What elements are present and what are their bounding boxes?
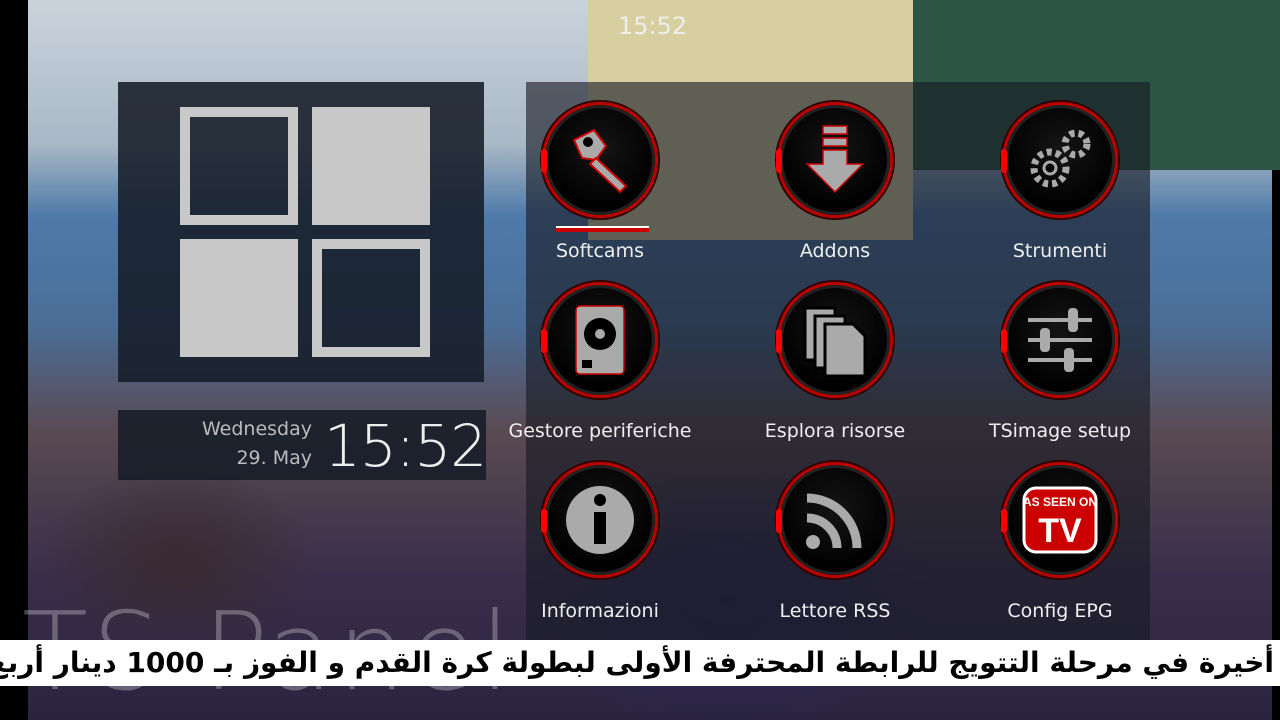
- tile-outline: [312, 239, 430, 357]
- clock-time: 15:52: [324, 412, 487, 480]
- sliders-icon: [1001, 282, 1118, 398]
- menu-item-addons[interactable]: Addons: [725, 82, 945, 262]
- menu-item-label: Gestore periferiche: [508, 420, 692, 442]
- menu-item-tsimage-setup[interactable]: TSimage setup: [950, 262, 1170, 442]
- menu-item-label: TSimage setup: [988, 420, 1132, 442]
- menu-item-label: Softcams: [556, 240, 644, 262]
- top-clock: 15:52: [618, 12, 688, 40]
- menu-item-informazioni[interactable]: Informazioni: [490, 442, 710, 622]
- menu-item-label: Informazioni: [541, 600, 659, 622]
- tile-filled: [312, 107, 430, 225]
- tile-filled: [180, 239, 298, 357]
- menu-item-strumenti[interactable]: Strumenti: [950, 82, 1170, 262]
- info-icon: [541, 462, 658, 578]
- menu-item-config-epg[interactable]: AS SEEN ON TV Config EPG: [950, 442, 1170, 622]
- download-arrow-icon: [776, 102, 893, 218]
- menu-item-label: Strumenti: [1012, 240, 1108, 262]
- weekday: Wednesday: [201, 418, 312, 440]
- menu-item-label: Config EPG: [1007, 600, 1113, 622]
- clock-panel: Wednesday 29. May 15:52: [118, 410, 487, 480]
- menu-item-label: Lettore RSS: [779, 600, 891, 622]
- date: 29. May: [236, 447, 312, 469]
- menu-item-softcams[interactable]: Softcams: [490, 82, 710, 262]
- menu-item-label: Esplora risorse: [764, 420, 906, 442]
- logo-tiles-panel: [118, 82, 484, 382]
- as-seen-on-tv-icon: AS SEEN ON TV: [1001, 462, 1118, 578]
- news-ticker: أخيرة في مرحلة التتويج للرابطة المحترفة …: [0, 640, 1280, 686]
- menu-item-label: Addons: [799, 240, 871, 262]
- key-icon: [541, 102, 658, 218]
- svg-text:AS SEEN ON: AS SEEN ON: [1023, 495, 1097, 509]
- tile-outline: [180, 107, 298, 225]
- selection-indicator: [556, 226, 649, 232]
- hard-disk-icon: [541, 282, 658, 398]
- gears-icon: [1001, 102, 1118, 218]
- menu-item-gestore-periferiche[interactable]: Gestore periferiche: [490, 262, 710, 442]
- rss-icon: [776, 462, 893, 578]
- svg-text:TV: TV: [1038, 512, 1082, 550]
- files-icon: [776, 282, 893, 398]
- menu-item-esplora-risorse[interactable]: Esplora risorse: [725, 262, 945, 442]
- menu-item-lettore-rss[interactable]: Lettore RSS: [725, 442, 945, 622]
